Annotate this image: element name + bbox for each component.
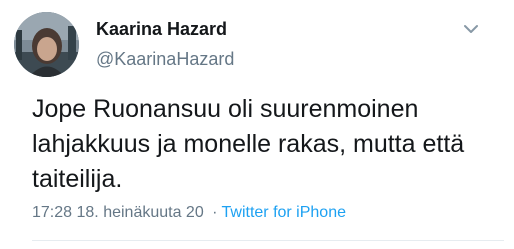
tweet-card: Kaarina Hazard @KaarinaHazard Jope Ruona… (0, 0, 514, 249)
avatar[interactable] (14, 12, 79, 77)
avatar-image (14, 12, 79, 77)
tweet-date[interactable]: 18. heinäkuuta 20 (77, 204, 204, 221)
author-handle[interactable]: @KaarinaHazard (96, 48, 234, 70)
meta-separator: · (212, 204, 218, 221)
divider (32, 240, 504, 241)
chevron-down-icon[interactable] (464, 24, 478, 34)
author-display-name[interactable]: Kaarina Hazard (96, 18, 227, 40)
tweet-source-link[interactable]: Twitter for iPhone (222, 204, 347, 221)
tweet-meta: 17:28 18. heinäkuuta 20 · Twitter for iPh… (32, 203, 346, 223)
tweet-text: Jope Ruonansuu oli suurenmoinen lahjakku… (32, 95, 465, 193)
tweet-time[interactable]: 17:28 (32, 204, 72, 221)
